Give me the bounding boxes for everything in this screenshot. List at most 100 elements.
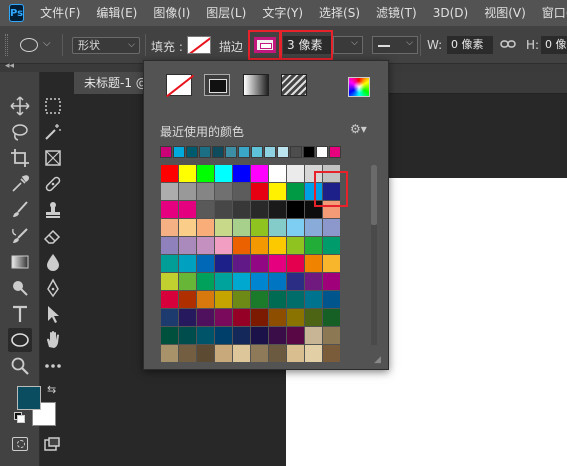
color-swatch[interactable]	[215, 309, 232, 326]
brush-tool-icon[interactable]	[8, 198, 32, 222]
color-swatch[interactable]	[233, 273, 250, 290]
recent-color-swatch[interactable]	[225, 146, 237, 158]
color-swatch[interactable]	[179, 309, 196, 326]
color-swatch[interactable]	[269, 165, 286, 182]
solid-color-button[interactable]	[204, 74, 230, 96]
color-swatch[interactable]	[161, 345, 178, 362]
color-swatch[interactable]	[161, 237, 178, 254]
menu-item[interactable]: 文件(F)	[32, 0, 88, 26]
color-swatch[interactable]	[269, 327, 286, 344]
recent-color-swatch[interactable]	[238, 146, 250, 158]
color-swatch[interactable]	[215, 327, 232, 344]
color-swatch[interactable]	[179, 327, 196, 344]
color-swatch[interactable]	[161, 309, 178, 326]
color-swatch[interactable]	[323, 291, 340, 308]
color-swatch[interactable]	[179, 201, 196, 218]
stroke-width-dropdown[interactable]: ⌵	[333, 36, 363, 54]
swatch-scrollbar[interactable]	[371, 165, 377, 345]
healing-brush-tool-icon[interactable]	[41, 172, 65, 196]
color-swatch[interactable]	[197, 291, 214, 308]
color-swatch[interactable]	[197, 327, 214, 344]
color-swatch[interactable]	[287, 345, 304, 362]
collapse-arrows-icon[interactable]: ◂◂	[5, 61, 14, 71]
color-swatch[interactable]	[305, 219, 322, 236]
color-swatch[interactable]	[197, 273, 214, 290]
color-swatch[interactable]	[269, 345, 286, 362]
color-swatch[interactable]	[305, 273, 322, 290]
color-swatch[interactable]	[233, 255, 250, 272]
recent-color-swatch[interactable]	[199, 146, 211, 158]
eraser-tool-icon[interactable]	[41, 224, 65, 248]
recent-color-swatch[interactable]	[173, 146, 185, 158]
color-swatch[interactable]	[197, 219, 214, 236]
color-swatch[interactable]	[287, 309, 304, 326]
recent-color-swatch[interactable]	[186, 146, 198, 158]
color-swatch[interactable]	[197, 309, 214, 326]
pattern-button[interactable]	[281, 74, 307, 96]
hand-tool-icon[interactable]	[41, 328, 65, 352]
color-swatch[interactable]	[269, 237, 286, 254]
color-swatch[interactable]	[233, 237, 250, 254]
menu-item[interactable]: 3D(D)	[425, 0, 476, 26]
color-swatch[interactable]	[305, 309, 322, 326]
color-swatch[interactable]	[161, 291, 178, 308]
color-swatch[interactable]	[251, 183, 268, 200]
fill-no-color-swatch[interactable]	[187, 36, 211, 54]
quick-mask-icon[interactable]	[12, 437, 28, 451]
color-swatch[interactable]	[179, 255, 196, 272]
path-selection-tool-icon[interactable]	[41, 302, 65, 326]
foreground-color-swatch[interactable]	[17, 386, 41, 410]
color-swatch[interactable]	[287, 237, 304, 254]
color-swatch[interactable]	[161, 219, 178, 236]
color-swatch[interactable]	[179, 273, 196, 290]
color-swatch[interactable]	[215, 255, 232, 272]
gradient-tool-icon[interactable]	[8, 250, 32, 274]
color-swatch[interactable]	[251, 309, 268, 326]
swap-colors-icon[interactable]: ⇆	[47, 383, 56, 396]
color-swatch[interactable]	[251, 219, 268, 236]
menu-item[interactable]: 文字(Y)	[254, 0, 311, 26]
recent-color-swatch[interactable]	[160, 146, 172, 158]
lasso-tool-icon[interactable]	[8, 120, 32, 144]
color-swatch[interactable]	[269, 255, 286, 272]
more-tools-icon[interactable]	[41, 354, 65, 378]
color-swatch[interactable]	[287, 273, 304, 290]
blur-tool-icon[interactable]	[41, 250, 65, 274]
color-swatch[interactable]	[161, 183, 178, 200]
color-swatch[interactable]	[179, 219, 196, 236]
color-swatch[interactable]	[161, 201, 178, 218]
color-swatch[interactable]	[179, 183, 196, 200]
color-swatch[interactable]	[251, 327, 268, 344]
recent-color-swatch[interactable]	[277, 146, 289, 158]
ellipse-tool-icon[interactable]	[8, 328, 32, 352]
frame-tool-icon[interactable]	[41, 146, 65, 170]
color-swatch[interactable]	[197, 165, 214, 182]
color-swatch[interactable]	[215, 291, 232, 308]
color-swatch[interactable]	[251, 291, 268, 308]
recent-color-swatch[interactable]	[251, 146, 263, 158]
color-swatch[interactable]	[287, 165, 304, 182]
gradient-button[interactable]	[243, 74, 269, 96]
history-brush-tool-icon[interactable]	[8, 224, 32, 248]
color-swatch[interactable]	[233, 309, 250, 326]
color-swatch[interactable]	[179, 345, 196, 362]
color-swatch[interactable]	[197, 237, 214, 254]
menu-item[interactable]: 窗口(W)	[534, 0, 567, 26]
recent-color-swatch[interactable]	[212, 146, 224, 158]
move-tool-icon[interactable]	[8, 94, 32, 118]
zoom-tool-icon[interactable]	[8, 354, 32, 378]
eyedropper-tool-icon[interactable]	[8, 172, 32, 196]
stroke-type-select[interactable]: ⌵	[372, 36, 418, 54]
recent-color-swatch[interactable]	[316, 146, 328, 158]
color-swatch[interactable]	[323, 273, 340, 290]
color-swatch[interactable]	[161, 327, 178, 344]
color-swatch[interactable]	[323, 309, 340, 326]
color-swatch[interactable]	[215, 165, 232, 182]
color-swatch[interactable]	[305, 237, 322, 254]
color-swatch[interactable]	[287, 327, 304, 344]
color-swatch[interactable]	[161, 273, 178, 290]
recent-color-swatch[interactable]	[264, 146, 276, 158]
color-swatch[interactable]	[161, 165, 178, 182]
width-field[interactable]	[447, 36, 493, 54]
color-swatch[interactable]	[287, 201, 304, 218]
